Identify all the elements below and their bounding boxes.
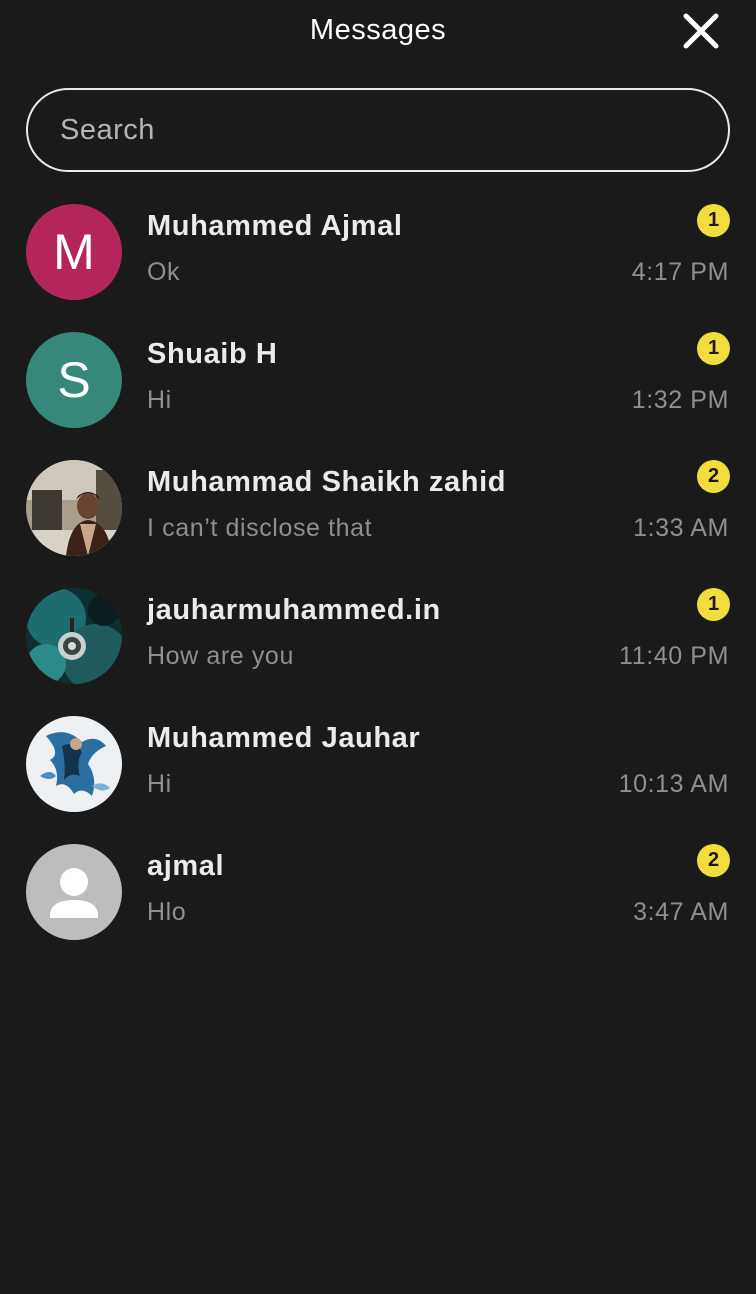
avatar: S <box>26 332 122 428</box>
contact-name: Muhammed Jauhar <box>147 722 421 754</box>
message-preview: Hlo <box>147 898 187 926</box>
message-preview: Hi <box>147 770 172 798</box>
contact-name: ajmal <box>147 850 225 882</box>
message-preview: I can’t disclose that <box>147 514 373 542</box>
avatar <box>26 844 122 940</box>
default-user-icon <box>26 844 122 940</box>
message-time: 1:32 PM <box>631 386 729 414</box>
message-time: 1:33 AM <box>633 514 729 542</box>
avatar: M <box>26 204 122 300</box>
contact-name: Muhammed Ajmal <box>147 210 403 242</box>
messages-screen: Messages M Muhammed Ajmal Ok 4:17 PM 1 S… <box>0 0 756 1294</box>
message-time: 4:17 PM <box>631 258 729 286</box>
avatar <box>26 716 122 812</box>
search-box[interactable] <box>26 88 730 172</box>
conversation-list: M Muhammed Ajmal Ok 4:17 PM 1 S Shuaib H… <box>0 188 756 956</box>
search-input[interactable] <box>60 110 700 150</box>
close-button[interactable] <box>680 10 722 52</box>
artwork-photo-icon <box>26 716 122 812</box>
avatar-letter: M <box>53 224 95 280</box>
person-photo-icon <box>26 460 122 556</box>
conversation-item[interactable]: Muhammed Jauhar Hi 10:13 AM <box>0 700 756 828</box>
conversation-item[interactable]: M Muhammed Ajmal Ok 4:17 PM 1 <box>0 188 756 316</box>
conversation-item[interactable]: Muhammad Shaikh zahid I can’t disclose t… <box>0 444 756 572</box>
unread-badge: 2 <box>697 460 730 493</box>
header: Messages <box>0 0 756 66</box>
conversation-item[interactable]: jauharmuhammed.in How are you 11:40 PM 1 <box>0 572 756 700</box>
message-time: 10:13 AM <box>618 770 729 798</box>
contact-name: Shuaib H <box>147 338 278 370</box>
unread-badge: 2 <box>697 844 730 877</box>
message-preview: Ok <box>147 258 181 286</box>
avatar-letter: S <box>57 352 91 408</box>
message-preview: How are you <box>147 642 294 670</box>
page-title: Messages <box>309 14 447 46</box>
contact-name: Muhammad Shaikh zahid <box>147 466 507 498</box>
abstract-photo-icon <box>26 588 122 684</box>
unread-badge: 1 <box>697 204 730 237</box>
message-preview: Hi <box>147 386 172 414</box>
conversation-item[interactable]: ajmal Hlo 3:47 AM 2 <box>0 828 756 956</box>
message-time: 3:47 AM <box>633 898 729 926</box>
contact-name: jauharmuhammed.in <box>147 594 441 626</box>
avatar <box>26 588 122 684</box>
unread-badge: 1 <box>697 332 730 365</box>
conversation-item[interactable]: S Shuaib H Hi 1:32 PM 1 <box>0 316 756 444</box>
unread-badge: 1 <box>697 588 730 621</box>
message-time: 11:40 PM <box>619 642 729 670</box>
close-icon <box>683 13 719 49</box>
avatar <box>26 460 122 556</box>
